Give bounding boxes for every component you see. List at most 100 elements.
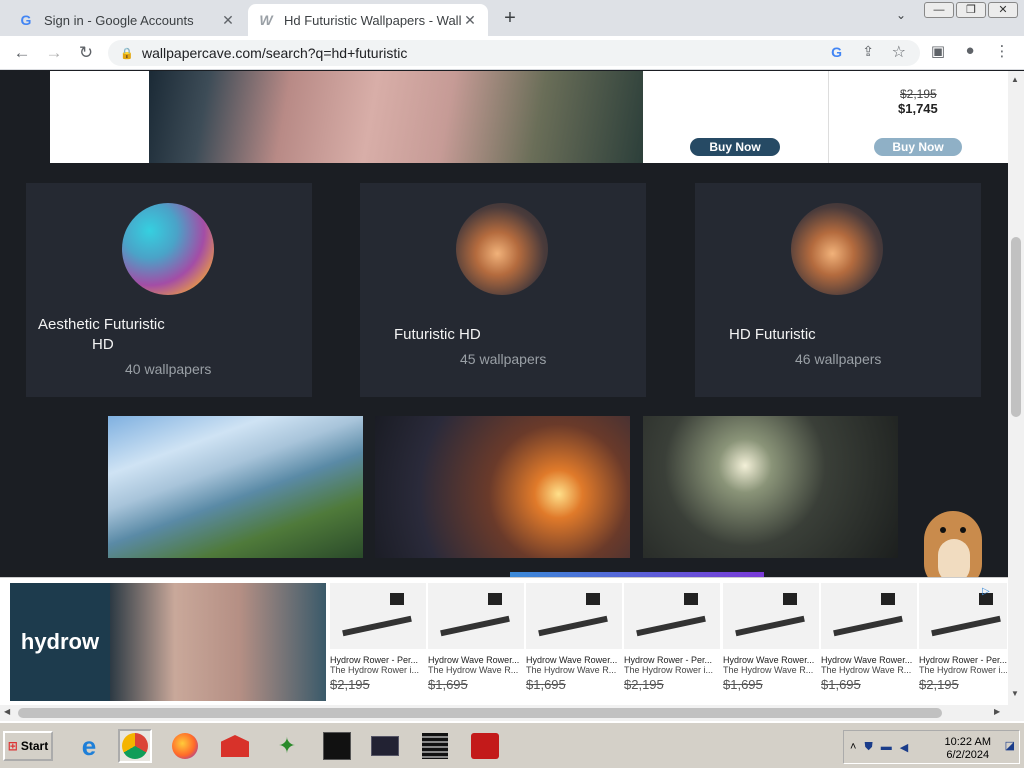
buy-now-button[interactable]: Buy Now xyxy=(690,138,780,156)
ad-video[interactable] xyxy=(110,583,326,701)
category-name[interactable]: HD Futuristic xyxy=(729,326,816,343)
category-card-futuristic-hd[interactable]: Futuristic HD 45 wallpapers xyxy=(360,183,646,397)
horizontal-scrollbar[interactable]: ◀ ▶ xyxy=(0,705,1024,721)
hamster-eye xyxy=(960,527,966,533)
hamster-mascot[interactable] xyxy=(920,491,986,591)
product-card[interactable]: Hydrow Rower - Per... The Hydrow Rower i… xyxy=(330,583,426,701)
wallpaper-thumbnail[interactable] xyxy=(108,416,363,558)
tab-google-accounts[interactable]: G Sign in - Google Accounts ✕ xyxy=(8,4,246,36)
security-shield-icon[interactable]: ⛊ xyxy=(864,741,872,754)
category-count: 40 wallpapers xyxy=(125,361,212,377)
category-name[interactable]: Futuristic HD xyxy=(394,326,481,343)
product-card[interactable]: Hydrow Rower - Per... The Hydrow Rower i… xyxy=(624,583,720,701)
vertical-scrollbar[interactable]: ▲ ▼ xyxy=(1008,71,1024,705)
rower-image[interactable] xyxy=(723,583,819,649)
tab-strip: G Sign in - Google Accounts ✕ W Hd Futur… xyxy=(0,0,1024,36)
rower-image[interactable] xyxy=(624,583,720,649)
volume-icon[interactable]: ◀ xyxy=(900,741,908,754)
close-icon[interactable]: ✕ xyxy=(220,12,236,29)
forward-arrow-icon[interactable]: → xyxy=(42,42,66,64)
address-bar[interactable]: 🔒 wallpapercave.com/search?q=hd+futurist… xyxy=(108,40,920,66)
adchoices-icon[interactable]: ▷ xyxy=(982,586,996,600)
category-name[interactable]: Aesthetic Futuristic xyxy=(38,316,165,333)
top-ad-banner[interactable]: Buy Now $2,195 $1,745 Buy Now xyxy=(50,71,1008,163)
browser-toolbar: ← → ↻ 🔒 wallpapercave.com/search?q=hd+fu… xyxy=(0,36,1024,70)
bottom-ad-banner[interactable]: hydrow Hydrow Rower - Per... The Hydrow … xyxy=(0,577,1008,705)
clock[interactable]: 10:22 AM 6/2/2024 xyxy=(945,736,991,762)
product-card[interactable]: Hydrow Wave Rower... The Hydrow Wave R..… xyxy=(723,583,819,701)
product-card[interactable]: Hydrow Wave Rower... The Hydrow Wave R..… xyxy=(526,583,622,701)
product-name: Hydrow Rower - Per... xyxy=(330,655,419,665)
side-panel-icon[interactable]: ▣ xyxy=(926,42,950,60)
tray-expand-chevron-icon[interactable]: ˄ xyxy=(850,741,856,753)
hydrow-logo[interactable]: hydrow xyxy=(10,583,110,701)
terminal-icon[interactable] xyxy=(320,729,354,763)
ad-divider xyxy=(828,71,829,163)
rower-image[interactable] xyxy=(428,583,524,649)
buy-now-button[interactable]: Buy Now xyxy=(874,138,962,156)
bookmark-star-icon[interactable]: ☆ xyxy=(892,42,906,62)
mail-app-icon[interactable] xyxy=(218,729,252,763)
tab-title: Hd Futuristic Wallpapers - Wallp xyxy=(284,12,462,28)
scroll-up-arrow-icon[interactable]: ▲ xyxy=(1011,75,1019,84)
start-label: Start xyxy=(20,739,49,753)
reload-icon[interactable]: ↻ xyxy=(74,42,98,64)
product-card[interactable]: Hydrow Wave Rower... The Hydrow Wave R..… xyxy=(428,583,524,701)
windows-flag-icon: ⊞ xyxy=(7,739,18,753)
category-card-hd-futuristic[interactable]: HD Futuristic 46 wallpapers xyxy=(695,183,981,397)
scroll-left-arrow-icon[interactable]: ◀ xyxy=(4,707,10,716)
product-name: Hydrow Rower - Per... xyxy=(624,655,713,665)
network-icon[interactable]: ▬ xyxy=(881,741,892,753)
category-count: 45 wallpapers xyxy=(460,351,547,367)
close-icon[interactable]: ✕ xyxy=(462,12,478,29)
rower-image[interactable] xyxy=(330,583,426,649)
new-tab-button[interactable]: + xyxy=(498,6,522,30)
product-price: $2,195 xyxy=(919,677,959,692)
users-app-icon[interactable]: ✦ xyxy=(270,729,304,763)
firefox-icon[interactable] xyxy=(168,729,202,763)
product-card[interactable]: Hydrow Rower - Per... The Hydrow Rower i… xyxy=(919,583,1007,701)
category-avatar[interactable] xyxy=(791,203,883,295)
internet-explorer-icon[interactable]: e xyxy=(72,729,106,763)
system-tray: ˄ ⛊ ▬ ◀ 10:22 AM 6/2/2024 ◪ xyxy=(843,730,1020,764)
sale-price: $1,745 xyxy=(898,101,938,116)
rower-image[interactable] xyxy=(821,583,917,649)
tab-wallpapercave[interactable]: W Hd Futuristic Wallpapers - Wallp ✕ xyxy=(248,4,488,36)
menu-kebab-icon[interactable]: ⋮ xyxy=(990,42,1014,60)
scrollbar-thumb[interactable] xyxy=(18,708,942,718)
scroll-down-arrow-icon[interactable]: ▼ xyxy=(1011,689,1019,698)
ad-photo[interactable] xyxy=(149,71,643,163)
tab-search-chevron-icon[interactable]: ⌄ xyxy=(896,8,906,22)
category-name-line2[interactable]: HD xyxy=(92,336,114,353)
product-desc: The Hydrow Wave R... xyxy=(821,665,912,675)
chrome-icon[interactable] xyxy=(118,729,152,763)
window-controls: — ❐ ✕ xyxy=(924,2,1018,18)
minimize-button[interactable]: — xyxy=(924,2,954,18)
category-avatar[interactable] xyxy=(456,203,548,295)
product-card[interactable]: Hydrow Wave Rower... The Hydrow Wave R..… xyxy=(821,583,917,701)
wallpaper-thumbnail[interactable] xyxy=(643,416,898,558)
start-button[interactable]: ⊞ Start xyxy=(3,731,53,761)
product-price: $2,195 xyxy=(330,677,370,692)
product-name: Hydrow Rower - Per... xyxy=(919,655,1007,665)
category-card-aesthetic-futuristic-hd[interactable]: Aesthetic Futuristic HD 40 wallpapers xyxy=(26,183,312,397)
close-window-button[interactable]: ✕ xyxy=(988,2,1018,18)
profile-avatar-icon[interactable]: ● xyxy=(958,42,982,59)
restore-button[interactable]: ❐ xyxy=(956,2,986,18)
google-lens-icon[interactable]: G xyxy=(831,44,842,60)
category-avatar[interactable] xyxy=(122,203,214,295)
back-arrow-icon[interactable]: ← xyxy=(10,42,34,64)
rower-image[interactable] xyxy=(526,583,622,649)
share-icon[interactable]: ⇪ xyxy=(862,43,874,60)
notepad-icon[interactable] xyxy=(418,729,452,763)
media-player-icon[interactable] xyxy=(468,729,502,763)
wallpaper-thumbnail[interactable] xyxy=(375,416,630,558)
lock-icon: 🔒 xyxy=(120,47,134,60)
clock-date: 6/2/2024 xyxy=(946,749,990,761)
windows-taskbar: ⊞ Start e ✦ ˄ ⛊ ▬ ◀ 10:22 AM 6/2/2024 ◪ xyxy=(0,721,1024,768)
notification-icon[interactable]: ◪ xyxy=(1005,739,1015,752)
scroll-right-arrow-icon[interactable]: ▶ xyxy=(994,707,1000,716)
product-desc: The Hydrow Rower i... xyxy=(330,665,420,675)
scrollbar-thumb[interactable] xyxy=(1011,237,1021,417)
display-settings-icon[interactable] xyxy=(368,729,402,763)
